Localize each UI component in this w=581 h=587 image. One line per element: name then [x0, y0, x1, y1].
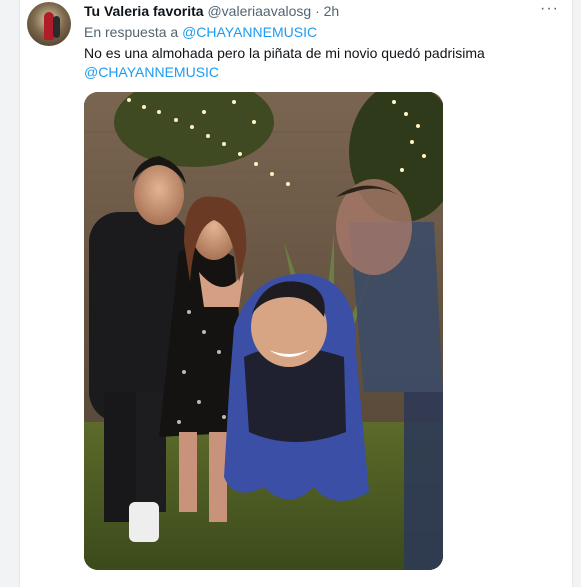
author-handle[interactable]: @valeriaavalosg [207, 3, 311, 19]
author-name[interactable]: Tu Valeria favorita [84, 3, 204, 19]
reply-prefix: En respuesta a [84, 24, 179, 40]
avatar-figure-2 [53, 16, 60, 38]
reply-mention-link[interactable]: @CHAYANNEMUSIC [182, 24, 317, 40]
tweet-text: No es una almohada pero la piñata de mi … [84, 44, 485, 82]
reply-context: En respuesta a @CHAYANNEMUSIC [84, 24, 317, 40]
more-horizontal-icon[interactable]: ··· [540, 0, 559, 18]
tweet-time[interactable]: 2h [324, 3, 340, 19]
header-separator: · [315, 3, 320, 19]
tweet-text-mention-link[interactable]: @CHAYANNEMUSIC [84, 63, 485, 82]
tweet-photo[interactable] [84, 92, 443, 570]
tweet-header: Tu Valeria favorita @valeriaavalosg · 2h [84, 3, 339, 19]
tweet-text-body: No es una almohada pero la piñata de mi … [84, 45, 485, 61]
avatar[interactable] [27, 2, 71, 46]
photo-illustration [84, 92, 443, 570]
